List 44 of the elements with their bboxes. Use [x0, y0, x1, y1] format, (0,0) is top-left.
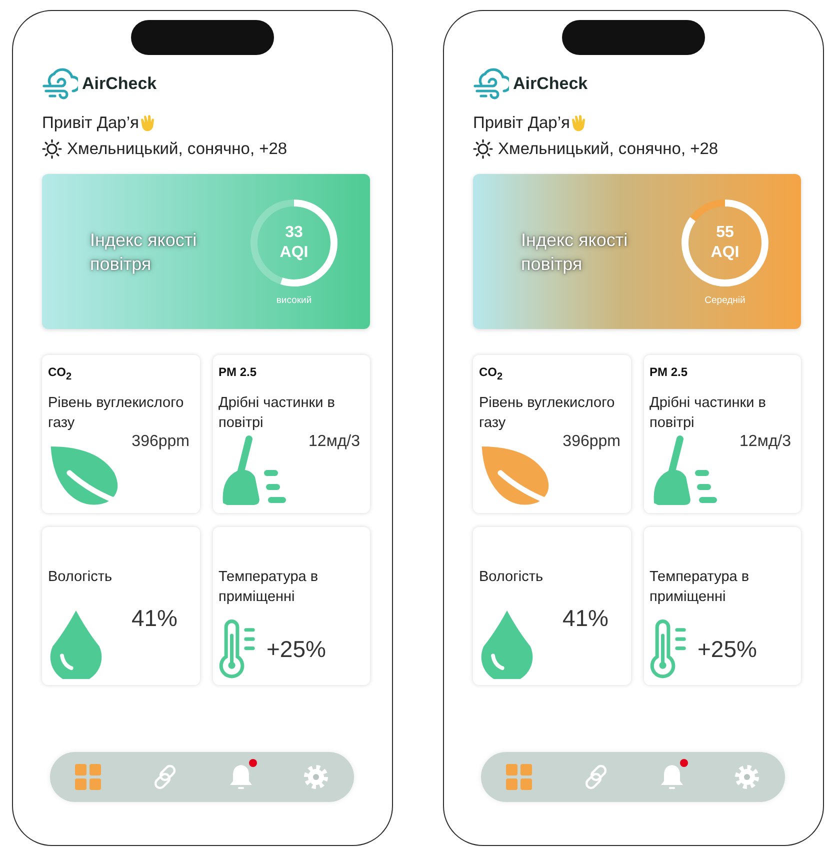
metric-label: Дрібні частинки в повітрі: [218, 394, 336, 433]
metric-value: 396ppm: [562, 433, 622, 451]
metric-label: Рівень вуглекислого газу: [479, 394, 616, 433]
metric-code: CO$_{2}$: [48, 365, 72, 381]
metric-value: 41%: [562, 605, 610, 632]
card-title: Індекс якості повітря: [90, 228, 198, 276]
metric-code: PM 2.5: [218, 365, 257, 381]
waving-hand-icon: [570, 114, 587, 132]
settings-tab[interactable]: [732, 762, 762, 792]
metric-label: Вологість: [479, 568, 544, 587]
metric-label: Дрібні частинки в повітрі: [650, 394, 767, 433]
aqi-rating: високий: [276, 295, 312, 306]
metric-value: 12мд/3: [740, 433, 792, 451]
waving-hand-icon: [138, 114, 156, 132]
sun-icon: [473, 139, 493, 159]
aqi-unit: AQI: [280, 243, 308, 263]
settings-tab[interactable]: [301, 762, 331, 792]
metric-value: 12мд/3: [308, 433, 361, 451]
weather-text: Хмельницький, сонячно, +28: [498, 140, 718, 158]
metric-value: 41%: [131, 605, 178, 632]
sun-icon: [42, 139, 62, 159]
grid-tab[interactable]: [504, 762, 534, 792]
metric-label: Температура в приміщенні: [218, 568, 320, 607]
metric-label: Вологість: [48, 568, 112, 587]
cloud-wind-icon: [42, 68, 78, 100]
aqi-value: 33: [285, 223, 303, 243]
metric-value: 396ppm: [132, 433, 190, 451]
app-name: AirCheck: [82, 74, 157, 94]
metric-value: +25%: [266, 636, 327, 662]
metric-code: PM 2.5: [650, 365, 688, 381]
metric-value: +25%: [698, 636, 758, 662]
cloud-wind-icon: [473, 68, 509, 100]
weather-text: Хмельницький, сонячно, +28: [67, 140, 288, 158]
metric-code: CO$_{2}$: [479, 365, 503, 381]
card-title: Індекс якості повітря: [521, 228, 629, 276]
aqi-unit: AQI: [710, 243, 740, 263]
greeting: Привіт Дар’я: [42, 114, 139, 132]
metric-label: Рівень вуглекислого газу: [48, 394, 185, 433]
grid-tab[interactable]: [73, 762, 103, 792]
aqi-rating: Середній: [704, 295, 746, 306]
greeting: Привіт Дар’я: [473, 114, 570, 132]
metric-label: Температура в приміщенні: [650, 568, 750, 607]
app-name: AirCheck: [513, 74, 588, 94]
aqi-value: 55: [716, 223, 734, 243]
